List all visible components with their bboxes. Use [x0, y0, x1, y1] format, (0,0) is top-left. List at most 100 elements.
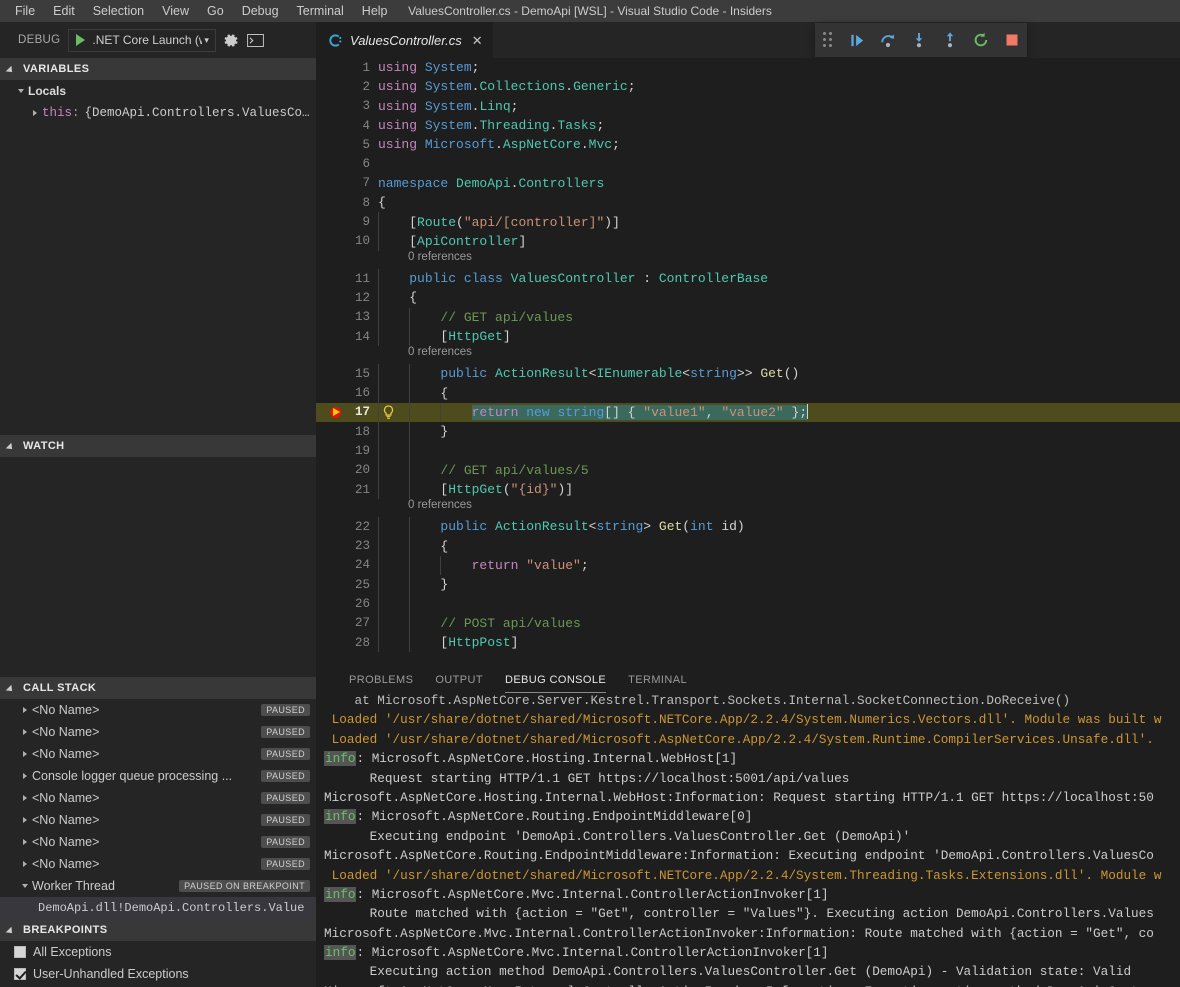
chevron-right-icon[interactable] — [18, 817, 32, 823]
code-line[interactable]: 21 [HttpGet("{id}")] — [316, 479, 1180, 500]
thread-label: <No Name> — [32, 703, 100, 717]
stop-button[interactable] — [998, 25, 1027, 55]
console-line: Loaded '/usr/share/dotnet/shared/Microso… — [324, 731, 1162, 747]
code-line[interactable]: 13 // GET api/values — [316, 307, 1180, 327]
play-icon[interactable] — [76, 34, 86, 46]
line-number: 11 — [354, 271, 370, 286]
breakpoint-checkbox[interactable] — [14, 968, 26, 980]
step-over-button[interactable] — [874, 25, 903, 55]
chevron-right-icon[interactable] — [18, 773, 32, 779]
code-line[interactable]: 28 [HttpPost] — [316, 633, 1180, 653]
code-line[interactable]: 19 — [316, 441, 1180, 461]
chevron-right-icon[interactable] — [18, 861, 32, 867]
variables-section-header[interactable]: VARIABLES — [0, 58, 316, 80]
code-lens-references[interactable]: 0 references — [408, 499, 472, 511]
code-line[interactable]: 3 using System.Linq; — [316, 97, 1180, 116]
code-line[interactable]: 15 public ActionResult<IEnumerable<strin… — [316, 364, 1180, 384]
code-line[interactable]: 1 using System; — [316, 58, 1180, 77]
menu-item-debug[interactable]: Debug — [233, 0, 288, 22]
code-line[interactable]: 23 { — [316, 536, 1180, 556]
tab-values-controller[interactable]: ValuesController.cs ✕ — [316, 22, 493, 58]
code-line[interactable]: 27 // POST api/values — [316, 613, 1180, 634]
code-line[interactable]: 4 using System.Threading.Tasks; — [316, 116, 1180, 135]
code-line[interactable]: 14 [HttpGet] — [316, 326, 1180, 347]
panel-tab-terminal[interactable]: TERMINAL — [617, 665, 698, 695]
call-stack-thread[interactable]: <No Name> PAUSED — [0, 853, 316, 875]
code-line[interactable]: 9 [Route("api/[controller]")] — [316, 212, 1180, 232]
code-lens[interactable]: 0 references — [316, 251, 1180, 269]
menu-item-go[interactable]: Go — [198, 0, 233, 22]
code-lens[interactable]: 0 references — [316, 346, 1180, 364]
chevron-down-icon[interactable]: ▾ — [202, 35, 215, 46]
code-line[interactable]: 17 return new string[] { "value1", "valu… — [316, 402, 1180, 423]
menu-item-edit[interactable]: Edit — [44, 0, 84, 22]
watch-section-header[interactable]: WATCH — [0, 435, 316, 457]
call-stack-thread[interactable]: <No Name> PAUSED — [0, 699, 316, 721]
menu-item-terminal[interactable]: Terminal — [288, 0, 353, 22]
code-line[interactable]: 16 { — [316, 383, 1180, 403]
call-stack-thread[interactable]: <No Name> PAUSED — [0, 721, 316, 743]
code-line[interactable]: 11 public class ValuesController : Contr… — [316, 268, 1180, 289]
variables-scope-locals[interactable]: Locals — [0, 80, 316, 102]
code-line[interactable]: 20 // GET api/values/5 — [316, 460, 1180, 480]
panel-tab-debug-console[interactable]: DEBUG CONSOLE — [494, 665, 617, 695]
debug-console-output[interactable]: at Microsoft.AspNetCore.Server.Kestrel.T… — [316, 693, 1180, 987]
breakpoint-item[interactable]: All Exceptions — [0, 941, 316, 963]
code-line[interactable]: 18 } — [316, 422, 1180, 442]
step-out-button[interactable] — [936, 25, 965, 55]
breakpoint-checkbox[interactable] — [14, 946, 26, 958]
chevron-down-icon[interactable] — [18, 884, 32, 888]
chevron-right-icon[interactable] — [18, 839, 32, 845]
chevron-right-icon[interactable] — [18, 751, 32, 757]
debug-configuration-select[interactable]: .NET Core Launch (w ▾ — [68, 28, 216, 52]
call-stack-thread[interactable]: <No Name> PAUSED — [0, 743, 316, 765]
close-icon[interactable]: ✕ — [469, 34, 483, 47]
gear-icon[interactable] — [224, 33, 239, 48]
chevron-right-icon[interactable] — [28, 110, 42, 116]
menu-item-selection[interactable]: Selection — [84, 0, 153, 22]
call-stack-thread[interactable]: <No Name> PAUSED — [0, 809, 316, 831]
call-stack-thread[interactable]: <No Name> PAUSED — [0, 787, 316, 809]
code-line[interactable]: 7 namespace DemoApi.Controllers — [316, 174, 1180, 193]
code-line[interactable]: 2 using System.Collections.Generic; — [316, 77, 1180, 96]
code-editor[interactable]: 1 using System; 2 using System.Collections.… — [316, 58, 1180, 665]
code-line[interactable]: 8{ — [316, 193, 1180, 212]
drag-handle-icon[interactable] — [823, 31, 837, 49]
selected-stack-frame[interactable]: DemoApi.dll!DemoApi.Controllers.Value — [0, 897, 316, 919]
line-number: 26 — [354, 597, 370, 612]
menu-item-file[interactable]: File — [6, 0, 44, 22]
chevron-right-icon[interactable] — [18, 729, 32, 735]
chevron-right-icon[interactable] — [18, 795, 32, 801]
code-line[interactable]: 22 public ActionResult<string> Get(int i… — [316, 517, 1180, 537]
call-stack-thread[interactable]: Console logger queue processing ... PAUSE… — [0, 765, 316, 787]
step-into-button[interactable] — [905, 25, 934, 55]
code-line[interactable]: 10 [ApiController] — [316, 231, 1180, 251]
breakpoints-section-header[interactable]: BREAKPOINTS — [0, 919, 316, 941]
thread-label: <No Name> — [32, 813, 100, 827]
code-line[interactable]: 5 using Microsoft.AspNetCore.Mvc; — [316, 135, 1180, 154]
continue-button[interactable] — [843, 25, 872, 55]
menu-item-view[interactable]: View — [153, 0, 198, 22]
menu-item-help[interactable]: Help — [353, 0, 397, 22]
call-stack-section-header[interactable]: CALL STACK — [0, 677, 316, 699]
restart-button[interactable] — [967, 25, 996, 55]
breakpoint-item[interactable]: User-Unhandled Exceptions — [0, 963, 316, 985]
line-number: 8 — [362, 195, 370, 210]
call-stack-thread[interactable]: Worker Thread PAUSED ON BREAKPOINT — [0, 875, 316, 897]
code-line[interactable]: 12 { — [316, 288, 1180, 308]
debug-toolbar[interactable] — [815, 23, 1027, 57]
code-lens-references[interactable]: 0 references — [408, 346, 472, 358]
call-stack-thread[interactable]: <No Name> PAUSED — [0, 831, 316, 853]
panel-tab-problems[interactable]: PROBLEMS — [338, 665, 424, 695]
code-line[interactable]: 25 } — [316, 575, 1180, 595]
code-lens-references[interactable]: 0 references — [408, 251, 472, 263]
panel-tab-output[interactable]: OUTPUT — [424, 665, 494, 695]
code-line[interactable]: 26 — [316, 594, 1180, 614]
code-line[interactable]: 24 return "value"; — [316, 555, 1180, 576]
code-lens[interactable]: 0 references — [316, 499, 1180, 517]
terminal-icon[interactable] — [247, 33, 264, 47]
code-line[interactable]: 6 — [316, 154, 1180, 173]
status-badge: PAUSED — [261, 836, 310, 848]
variable-row-this[interactable]: this: {DemoApi.Controllers.ValuesCo… — [0, 102, 316, 124]
chevron-right-icon[interactable] — [18, 707, 32, 713]
